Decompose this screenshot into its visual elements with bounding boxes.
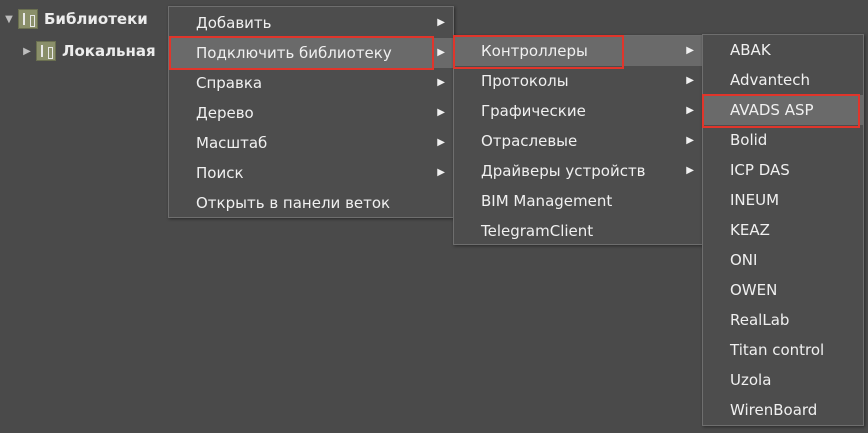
menu-item-industry[interactable]: Отраслевые ▶ xyxy=(454,126,702,156)
library-icon xyxy=(36,41,56,61)
menu-item-wirenboard[interactable]: WirenBoard xyxy=(703,395,863,425)
menu-item-tree[interactable]: Дерево ▶ xyxy=(169,98,453,128)
menu-item-uzola[interactable]: Uzola xyxy=(703,365,863,395)
app-root: ▼ Библиотеки ▶ Локальная Добавить ▶ Подк… xyxy=(0,0,868,433)
menu-item-connect-library[interactable]: Подключить библиотеку ▶ xyxy=(169,38,453,68)
menu-item-label: WirenBoard xyxy=(730,401,818,419)
menu-item-label: Графические xyxy=(481,102,586,120)
menu-item-advantech[interactable]: Advantech xyxy=(703,65,863,95)
menu-item-label: Подключить библиотеку xyxy=(196,44,392,62)
menu-item-label: Titan control xyxy=(730,341,825,359)
menu-item-zoom[interactable]: Масштаб ▶ xyxy=(169,128,453,158)
submenu-arrow-icon: ▶ xyxy=(437,137,445,148)
menu-item-add[interactable]: Добавить ▶ xyxy=(169,8,453,38)
menu-item-label: TelegramClient xyxy=(481,222,594,240)
menu-item-label: BIM Management xyxy=(481,192,613,210)
submenu-arrow-icon: ▶ xyxy=(686,105,694,116)
menu-item-label: Bolid xyxy=(730,131,768,149)
menu-item-label: Дерево xyxy=(196,104,254,122)
submenu-arrow-icon: ▶ xyxy=(437,77,445,88)
menu-item-label: ICP DAS xyxy=(730,161,790,179)
menu-item-help[interactable]: Справка ▶ xyxy=(169,68,453,98)
menu-item-label: Драйверы устройств xyxy=(481,162,646,180)
expand-right-icon[interactable]: ▶ xyxy=(18,46,36,57)
menu-item-label: Открыть в панели веток xyxy=(196,194,391,212)
menu-item-abak[interactable]: ABAK xyxy=(703,35,863,65)
menu-item-label: Отраслевые xyxy=(481,132,578,150)
submenu-arrow-icon: ▶ xyxy=(686,165,694,176)
menu-item-graphics[interactable]: Графические ▶ xyxy=(454,96,702,126)
submenu-arrow-icon: ▶ xyxy=(437,167,445,178)
menu-item-label: Контроллеры xyxy=(481,42,588,60)
menu-item-label: Uzola xyxy=(730,371,772,389)
submenu-arrow-icon: ▶ xyxy=(686,45,694,56)
submenu-arrow-icon: ▶ xyxy=(686,75,694,86)
menu-item-telegram-client[interactable]: TelegramClient xyxy=(454,216,702,246)
menu-item-device-drivers[interactable]: Драйверы устройств ▶ xyxy=(454,156,702,186)
submenu-arrow-icon: ▶ xyxy=(437,47,445,58)
tree-item-label: Локальная xyxy=(62,42,156,60)
menu-item-icp-das[interactable]: ICP DAS xyxy=(703,155,863,185)
context-menu: Добавить ▶ Подключить библиотеку ▶ Справ… xyxy=(168,6,454,218)
menu-item-controllers[interactable]: Контроллеры ▶ xyxy=(454,36,702,66)
menu-item-avads-asp[interactable]: AVADS ASP xyxy=(703,95,863,125)
submenu-connect-library: Контроллеры ▶ Протоколы ▶ Графические ▶ … xyxy=(453,35,703,245)
menu-item-reallab[interactable]: RealLab xyxy=(703,305,863,335)
menu-item-open-in-branch-panel[interactable]: Открыть в панели веток xyxy=(169,188,453,218)
tree-item-libraries[interactable]: ▼ Библиотеки xyxy=(0,4,148,34)
menu-item-protocols[interactable]: Протоколы ▶ xyxy=(454,66,702,96)
menu-item-label: Добавить xyxy=(196,14,272,32)
menu-item-owen[interactable]: OWEN xyxy=(703,275,863,305)
menu-item-label: Масштаб xyxy=(196,134,268,152)
menu-item-label: Advantech xyxy=(730,71,810,89)
menu-item-ineum[interactable]: INEUM xyxy=(703,185,863,215)
tree-item-label: Библиотеки xyxy=(44,10,148,28)
menu-item-label: INEUM xyxy=(730,191,780,209)
submenu-arrow-icon: ▶ xyxy=(686,135,694,146)
menu-item-label: Поиск xyxy=(196,164,244,182)
menu-item-label: RealLab xyxy=(730,311,790,329)
menu-item-bolid[interactable]: Bolid xyxy=(703,125,863,155)
menu-item-titan-control[interactable]: Titan control xyxy=(703,335,863,365)
menu-item-bim-management[interactable]: BIM Management xyxy=(454,186,702,216)
menu-item-search[interactable]: Поиск ▶ xyxy=(169,158,453,188)
menu-item-label: ABAK xyxy=(730,41,771,59)
menu-item-label: Справка xyxy=(196,74,263,92)
tree-item-local[interactable]: ▶ Локальная xyxy=(18,36,156,66)
menu-item-label: Протоколы xyxy=(481,72,569,90)
menu-item-keaz[interactable]: KEAZ xyxy=(703,215,863,245)
menu-item-oni[interactable]: ONI xyxy=(703,245,863,275)
menu-item-label: KEAZ xyxy=(730,221,770,239)
menu-item-label: OWEN xyxy=(730,281,778,299)
submenu-controllers: ABAK Advantech AVADS ASP Bolid ICP DAS I… xyxy=(702,34,864,426)
submenu-arrow-icon: ▶ xyxy=(437,107,445,118)
expand-down-icon[interactable]: ▼ xyxy=(0,14,18,25)
menu-item-label: ONI xyxy=(730,251,758,269)
submenu-arrow-icon: ▶ xyxy=(437,17,445,28)
menu-item-label: AVADS ASP xyxy=(730,101,814,119)
library-icon xyxy=(18,9,38,29)
